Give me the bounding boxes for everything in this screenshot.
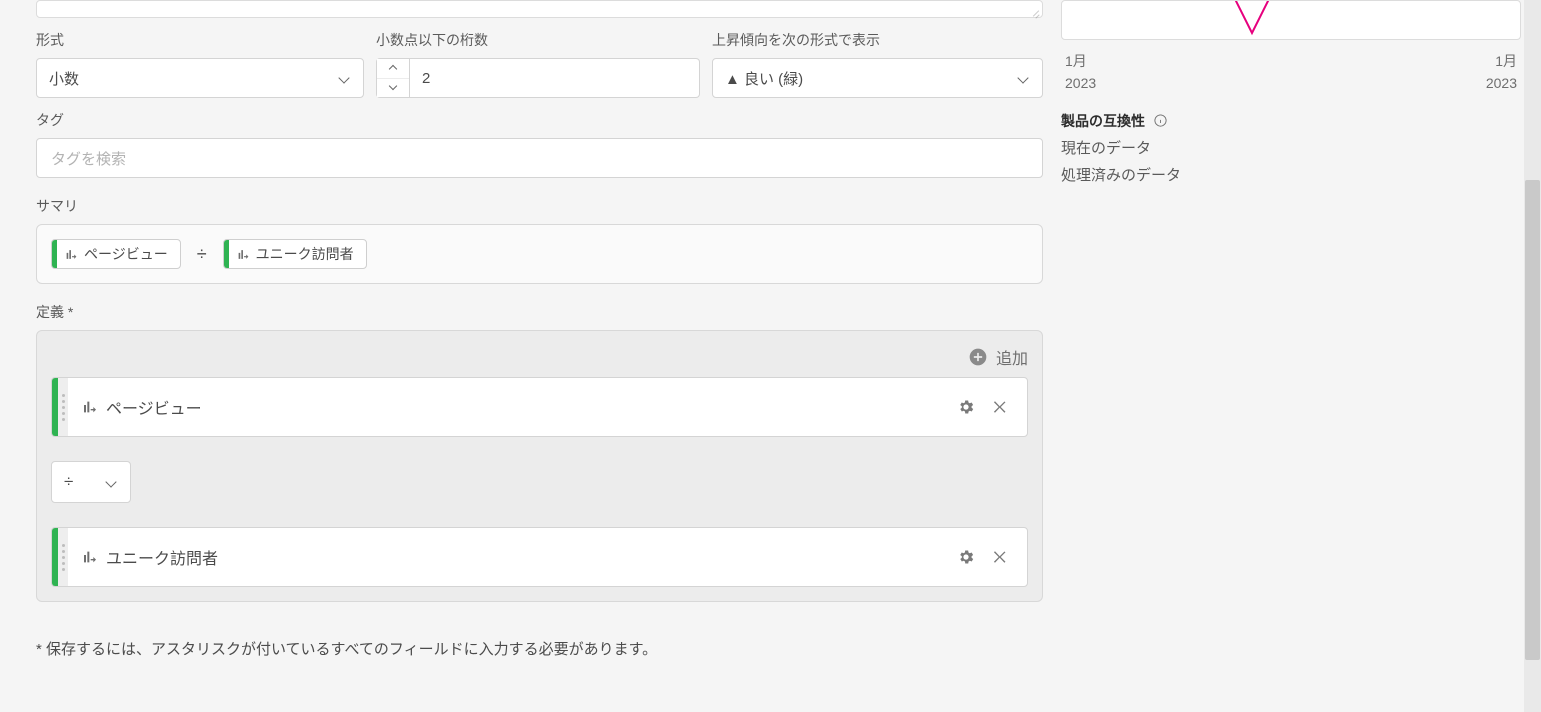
stepper-down-button[interactable] xyxy=(377,79,409,98)
metric-icon xyxy=(82,399,98,415)
required-footnote: * 保存するには、アスタリスクが付いているすべてのフィールドに入力する必要があり… xyxy=(36,638,1043,659)
chart-axis-labels: 1月 1月 xyxy=(1061,50,1521,72)
definition-row-label: ユニーク訪問者 xyxy=(106,545,218,569)
trend-select[interactable]: ▲ 良い (緑) xyxy=(712,58,1043,98)
caret-up-icon xyxy=(388,65,398,71)
definition-row-pageviews[interactable]: ページビュー xyxy=(51,377,1028,437)
description-textarea[interactable] xyxy=(36,0,1043,18)
decimal-places-label: 小数点以下の桁数 xyxy=(376,30,700,50)
axis-left-year: 2023 xyxy=(1065,72,1096,94)
close-icon[interactable] xyxy=(991,398,1009,416)
tag-placeholder: タグを検索 xyxy=(51,148,126,169)
summary-operator: ÷ xyxy=(195,244,209,265)
compat-line-current: 現在のデータ xyxy=(1061,137,1521,158)
definition-row-unique-visitors[interactable]: ユニーク訪問者 xyxy=(51,527,1028,587)
tag-search-input[interactable]: タグを検索 xyxy=(36,138,1043,178)
chevron-down-icon xyxy=(337,71,351,85)
chart-spike-icon xyxy=(1232,0,1292,40)
add-button-label[interactable]: 追加 xyxy=(996,345,1028,369)
gear-icon[interactable] xyxy=(957,548,975,566)
plus-circle-icon[interactable] xyxy=(968,347,988,367)
trend-select-value: ▲ 良い (緑) xyxy=(725,68,803,89)
decimal-places-value[interactable]: 2 xyxy=(410,58,700,98)
decimal-places-stepper[interactable]: 2 xyxy=(376,58,700,98)
info-icon[interactable] xyxy=(1153,113,1168,128)
chart-axis-years: 2023 2023 xyxy=(1061,72,1521,94)
summary-box: ページビュー ÷ ユニーク訪問者 xyxy=(36,224,1043,284)
compat-heading: 製品の互換性 xyxy=(1061,111,1521,131)
metric-icon xyxy=(65,248,78,261)
metric-icon xyxy=(82,549,98,565)
resize-handle-icon[interactable] xyxy=(1030,7,1040,17)
compat-title: 製品の互換性 xyxy=(1061,113,1145,129)
close-icon[interactable] xyxy=(991,548,1009,566)
format-label: 形式 xyxy=(36,30,364,50)
metric-icon xyxy=(237,248,250,261)
chevron-down-icon xyxy=(104,475,118,489)
operator-select[interactable]: ÷ xyxy=(51,461,131,503)
drag-handle-icon[interactable] xyxy=(58,528,68,586)
scrollbar-thumb[interactable] xyxy=(1525,180,1540,660)
format-select-value: 小数 xyxy=(49,68,79,89)
definition-label: 定義 * xyxy=(36,302,1043,322)
vertical-scrollbar[interactable] xyxy=(1524,0,1541,712)
definition-box: 追加 ページビュー xyxy=(36,330,1043,602)
axis-left-month: 1月 xyxy=(1065,50,1087,72)
summary-chip-unique-visitors[interactable]: ユニーク訪問者 xyxy=(223,239,367,269)
axis-right-year: 2023 xyxy=(1486,72,1517,94)
summary-label: サマリ xyxy=(36,196,1043,216)
definition-row-label: ページビュー xyxy=(106,395,202,419)
operator-value: ÷ xyxy=(64,472,73,492)
axis-right-month: 1月 xyxy=(1495,50,1517,72)
chip-label: ページビュー xyxy=(84,244,168,264)
stepper-up-button[interactable] xyxy=(377,59,409,78)
tags-label: タグ xyxy=(36,110,1043,130)
gear-icon[interactable] xyxy=(957,398,975,416)
drag-handle-icon[interactable] xyxy=(58,378,68,436)
chip-label: ユニーク訪問者 xyxy=(256,244,354,264)
preview-chart xyxy=(1061,0,1521,40)
format-select[interactable]: 小数 xyxy=(36,58,364,98)
caret-down-icon xyxy=(388,85,398,91)
summary-chip-pageviews[interactable]: ページビュー xyxy=(51,239,181,269)
trend-label: 上昇傾向を次の形式で表示 xyxy=(712,30,1043,50)
compat-line-processed: 処理済みのデータ xyxy=(1061,164,1521,185)
chevron-down-icon xyxy=(1016,71,1030,85)
